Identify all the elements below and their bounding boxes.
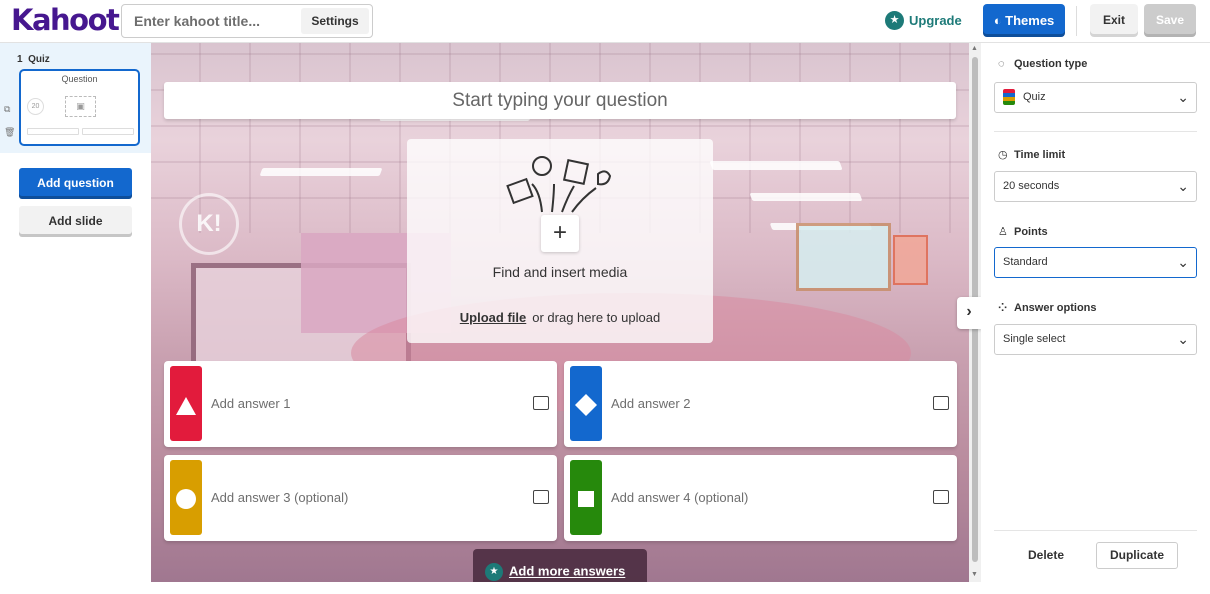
answer-3-input[interactable]: Add answer 3 (optional)	[211, 490, 348, 505]
answer-2-field[interactable]: Add answer 2	[564, 361, 957, 447]
thumb-answer	[27, 128, 79, 135]
answer-2-tile	[570, 366, 602, 441]
add-media-icon[interactable]: +	[541, 215, 579, 252]
upgrade-link[interactable]: ★ Upgrade	[885, 11, 962, 30]
triangle-icon	[176, 397, 196, 415]
image-icon[interactable]	[533, 396, 549, 410]
question-input[interactable]: Start typing your question	[164, 82, 956, 119]
divider	[994, 131, 1197, 132]
delete-button[interactable]: Delete	[1016, 542, 1076, 569]
emblem-decoration: K!	[179, 193, 239, 255]
grid-icon: ⁘	[998, 302, 1008, 314]
chevron-down-icon: ⌄	[1177, 331, 1189, 347]
thumb-title: Question	[61, 74, 98, 84]
drag-hint: or drag here to upload	[532, 310, 661, 325]
thumb-image-icon: ▣	[65, 96, 96, 117]
upgrade-label: Upgrade	[909, 13, 962, 28]
question-type-value: Quiz	[1023, 91, 1046, 103]
add-slide-button[interactable]: Add slide	[19, 206, 132, 237]
circle-icon	[176, 489, 196, 509]
answer-2-input[interactable]: Add answer 2	[611, 396, 691, 411]
star-icon: ★	[485, 562, 503, 581]
top-bar: Kahoot! Enter kahoot title... Settings ★…	[0, 0, 1210, 43]
chevron-right-icon: ›	[966, 303, 972, 320]
add-more-answers-button[interactable]: ★ Add more answers	[473, 549, 647, 582]
add-more-label: Add more answers	[509, 563, 626, 579]
time-limit-select[interactable]: 20 seconds ⌄	[994, 171, 1197, 202]
answer-4-input[interactable]: Add answer 4 (optional)	[611, 490, 748, 505]
kahoot-logo[interactable]: Kahoot!	[11, 3, 132, 37]
media-illustration-icon	[506, 156, 612, 213]
find-media-label: Find and insert media	[492, 264, 628, 280]
answer-1-input[interactable]: Add answer 1	[211, 396, 291, 411]
star-icon: ★	[885, 11, 904, 30]
scroll-down-icon[interactable]: ▼	[971, 571, 978, 578]
title-field[interactable]: Enter kahoot title... Settings	[121, 4, 373, 38]
medal-icon: ♙	[998, 226, 1008, 238]
save-button[interactable]: Save	[1144, 4, 1196, 37]
slide-number: 1 Quiz	[17, 54, 50, 65]
themes-label: Themes	[1005, 13, 1055, 28]
image-icon[interactable]	[533, 490, 549, 504]
clock-icon: ◷	[998, 149, 1008, 161]
upload-file-link[interactable]: Upload file	[460, 310, 526, 325]
answer-3-tile	[170, 460, 202, 535]
answer-4-tile	[570, 460, 602, 535]
duplicate-button[interactable]: Duplicate	[1096, 542, 1178, 569]
window-decoration	[796, 223, 891, 291]
chevron-down-icon: ⌄	[1177, 89, 1189, 105]
answer-options-value: Single select	[1003, 333, 1066, 345]
points-heading: ♙ Points	[998, 226, 1048, 238]
settings-panel: ◌ Question type Quiz ⌄ ◷ Time limit 20 sec…	[981, 43, 1210, 582]
image-icon[interactable]	[933, 490, 949, 504]
themes-button[interactable]: ◐ Themes	[983, 4, 1065, 37]
answer-options-select[interactable]: Single select ⌄	[994, 324, 1197, 355]
quiz-icon	[1003, 89, 1015, 106]
scroll-up-icon[interactable]: ▲	[971, 45, 978, 52]
title-input[interactable]: Enter kahoot title...	[134, 13, 260, 29]
points-select[interactable]: Standard ⌄	[994, 247, 1197, 278]
slide-type: Quiz	[28, 54, 50, 65]
duplicate-icon[interactable]: ⧉	[4, 104, 10, 115]
slide-list-item[interactable]: 1 Quiz Question 20 ▣ ⧉ 🗑	[0, 43, 151, 153]
ceiling-light	[259, 168, 383, 176]
image-icon[interactable]	[933, 396, 949, 410]
answer-1-field[interactable]: Add answer 1	[164, 361, 557, 447]
answer-4-field[interactable]: Add answer 4 (optional)	[564, 455, 957, 541]
slide-thumbnail[interactable]: Question 20 ▣	[19, 69, 140, 146]
settings-button[interactable]: Settings	[301, 8, 369, 34]
upload-row: Upload file or drag here to upload	[407, 310, 713, 325]
divider	[1076, 6, 1077, 36]
exit-button[interactable]: Exit	[1090, 4, 1138, 37]
thumb-timer: 20	[27, 98, 44, 115]
thumb-answer	[82, 128, 134, 135]
chevron-down-icon: ⌄	[1177, 178, 1189, 194]
points-value: Standard	[1003, 256, 1048, 268]
time-limit-value: 20 seconds	[1003, 180, 1060, 192]
poster-decoration	[893, 235, 928, 285]
palette-icon: ◐	[993, 13, 1006, 28]
ceiling-light	[749, 193, 863, 201]
answer-1-tile	[170, 366, 202, 441]
slides-sidebar: 1 Quiz Question 20 ▣ ⧉ 🗑 Add question Ad…	[0, 43, 151, 582]
trash-icon[interactable]: 🗑	[4, 127, 15, 138]
collapse-panel-button[interactable]: ›	[957, 297, 981, 329]
answer-3-field[interactable]: Add answer 3 (optional)	[164, 455, 557, 541]
divider	[994, 530, 1197, 531]
chevron-down-icon: ⌄	[1177, 254, 1189, 270]
diamond-icon	[575, 394, 597, 416]
question-type-heading: ◌ Question type	[998, 58, 1088, 70]
answer-options-heading: ⁘ Answer options	[998, 302, 1097, 314]
square-icon	[578, 491, 594, 507]
question-type-select[interactable]: Quiz ⌄	[994, 82, 1197, 113]
shapes-icon: ◌	[998, 58, 1005, 70]
time-limit-heading: ◷ Time limit	[998, 149, 1066, 161]
ceiling-light	[709, 161, 843, 170]
media-dropzone[interactable]: + Find and insert media Upload file or dr…	[407, 139, 713, 343]
add-question-button[interactable]: Add question	[19, 168, 132, 199]
